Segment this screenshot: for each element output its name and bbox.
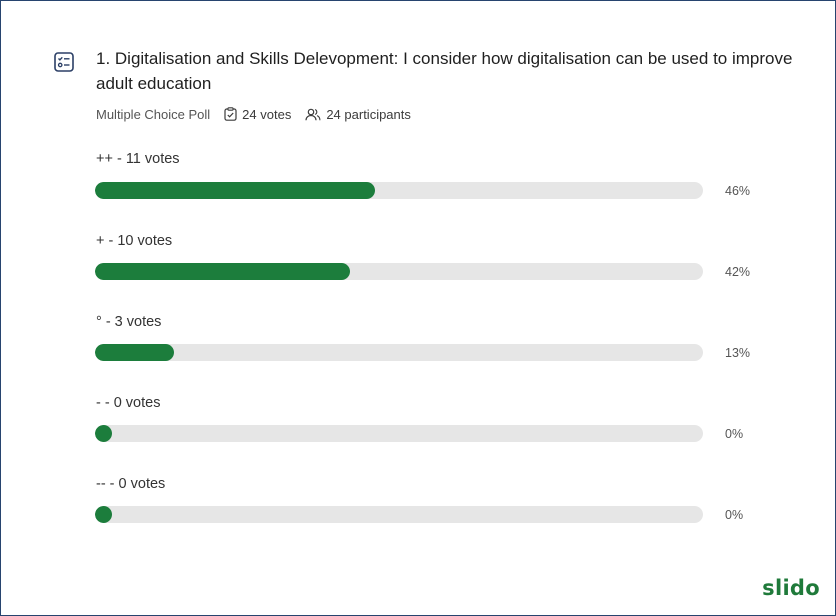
participants-count-text: 24 participants (326, 106, 411, 122)
option-percent: 0% (725, 508, 744, 522)
votes-count-text: 24 votes (242, 106, 292, 122)
votes-count: 24 votes (224, 107, 291, 122)
option-percent: 13% (725, 346, 751, 360)
option-bar-fill (95, 344, 175, 361)
poll-meta: Multiple Choice Poll 24 votes 24 partici… (96, 105, 411, 123)
option-bar-fill (95, 263, 351, 280)
poll-question-title: 1. Digitalisation and Skills Delevopment… (96, 49, 793, 93)
option-bar-track (95, 506, 703, 523)
option-bar-fill (95, 182, 375, 199)
option-bar-track (95, 425, 703, 442)
option-percent: 0% (725, 427, 744, 441)
option-bar-track (95, 182, 703, 199)
option-bar-track (95, 263, 703, 280)
option-percent: 42% (725, 265, 751, 279)
people-icon (305, 108, 321, 120)
clipboard-check-icon (224, 107, 237, 121)
option-bar-fill (95, 506, 112, 523)
poll-results-panel: 1. Digitalisation and Skills Delevopment… (0, 0, 836, 616)
option-label: - - 0 votes (96, 395, 161, 411)
option-label: ° - 3 votes (96, 314, 162, 330)
option-percent: 46% (725, 184, 751, 198)
option-bar-track (95, 344, 703, 361)
participants-count: 24 participants (305, 107, 411, 122)
option-label: + - 10 votes (96, 233, 173, 249)
option-label: -- - 0 votes (96, 476, 166, 492)
option-label: ++ - 11 votes (96, 151, 180, 167)
option-bar-fill (95, 425, 112, 442)
checklist-icon (54, 52, 74, 72)
poll-type-label: Multiple Choice Poll (96, 106, 211, 122)
slido-logo: slido (762, 576, 820, 600)
